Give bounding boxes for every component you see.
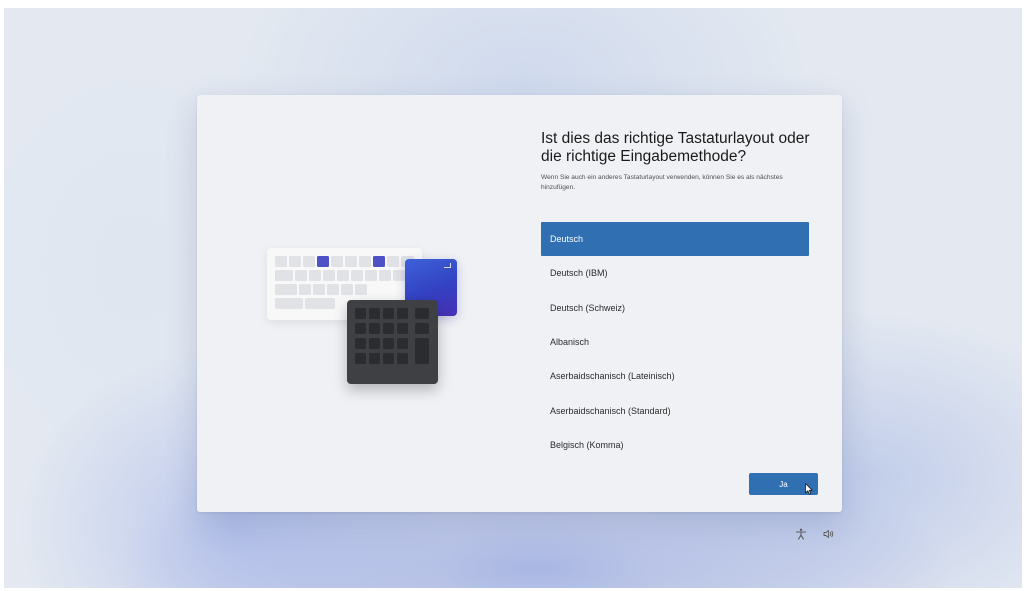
oobe-keyboard-dialog: Ist dies das richtige Tastaturlayout ode… bbox=[197, 95, 842, 512]
layout-option-deutsch[interactable]: Deutsch bbox=[541, 222, 809, 257]
accessibility-icon[interactable] bbox=[795, 528, 807, 540]
keyboard-layout-list: Deutsch Deutsch (IBM) Deutsch (Schweiz) … bbox=[541, 222, 809, 462]
layout-option-deutsch-ibm[interactable]: Deutsch (IBM) bbox=[541, 256, 809, 290]
layout-option-aserbaidschanisch-lateinisch[interactable]: Aserbaidschanisch (Lateinisch) bbox=[541, 359, 809, 393]
layout-option-albanisch[interactable]: Albanisch bbox=[541, 325, 809, 359]
dialog-title: Ist dies das richtige Tastaturlayout ode… bbox=[541, 130, 810, 165]
confirm-button[interactable]: Ja bbox=[749, 473, 818, 495]
layout-option-aserbaidschanisch-standard[interactable]: Aserbaidschanisch (Standard) bbox=[541, 393, 809, 427]
keyboard-illustration bbox=[197, 95, 497, 512]
numpad-graphic bbox=[347, 300, 438, 384]
volume-icon[interactable] bbox=[823, 528, 835, 540]
layout-option-belgisch-komma[interactable]: Belgisch (Komma) bbox=[541, 428, 809, 462]
desktop-background: Ist dies das richtige Tastaturlayout ode… bbox=[4, 8, 1022, 588]
layout-option-deutsch-schweiz[interactable]: Deutsch (Schweiz) bbox=[541, 291, 809, 325]
dialog-subtitle: Wenn Sie auch ein anderes Tastaturlayout… bbox=[541, 174, 783, 191]
